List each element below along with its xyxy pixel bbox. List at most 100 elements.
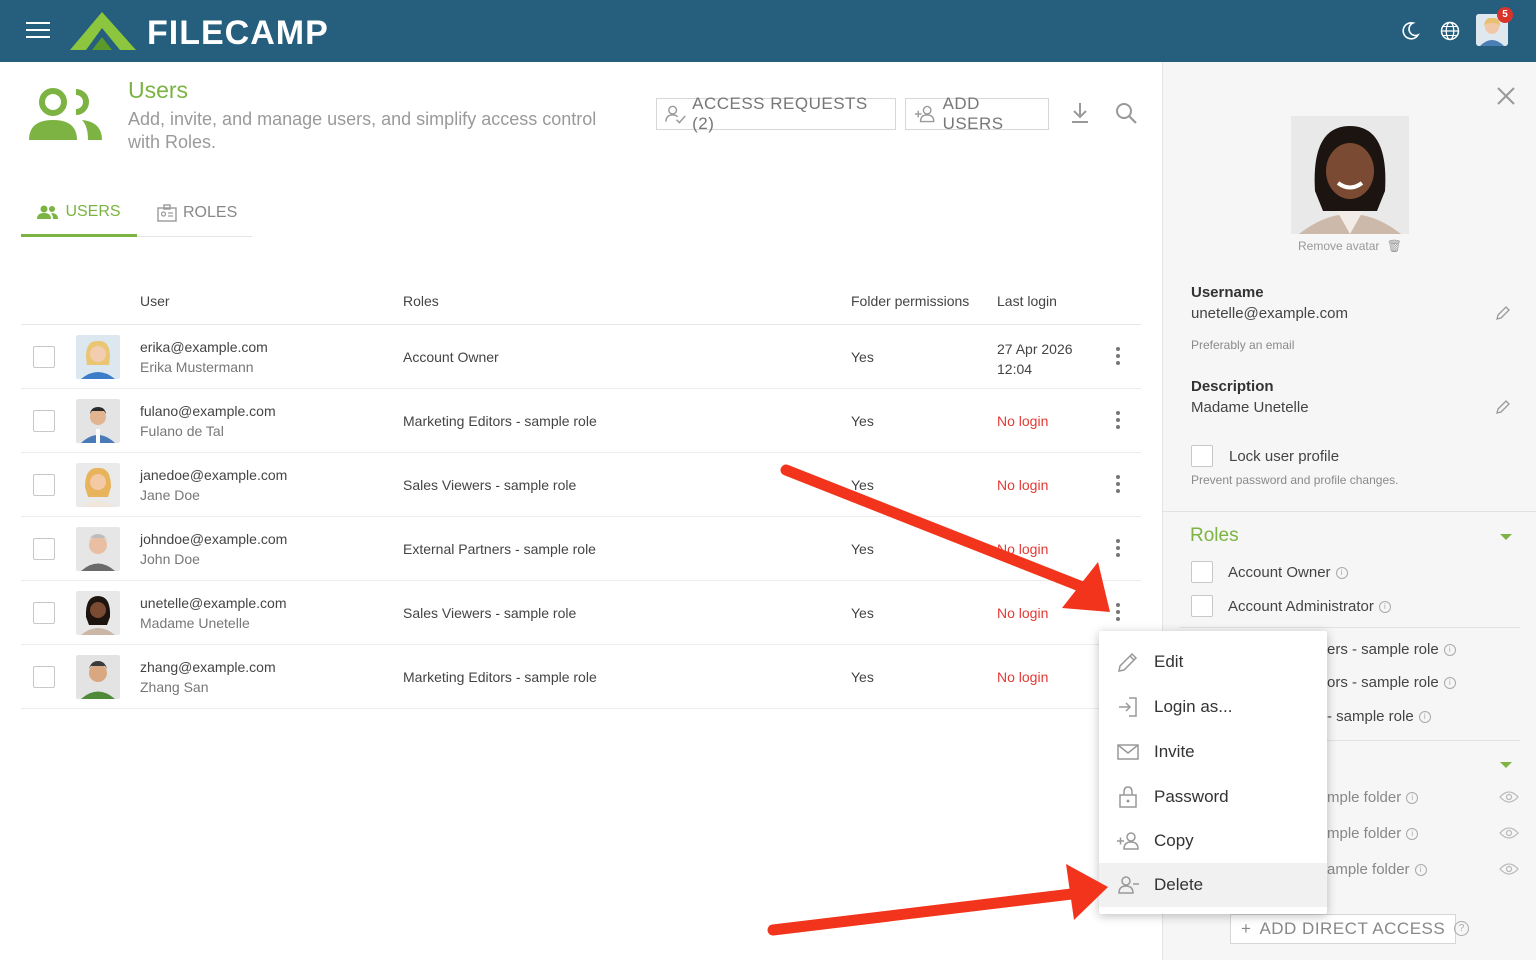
row-checkbox[interactable] bbox=[33, 602, 55, 624]
user-email: janedoe@example.com bbox=[140, 467, 288, 483]
user-name: Zhang San bbox=[140, 679, 209, 695]
notification-badge[interactable]: 5 bbox=[1497, 7, 1513, 23]
username-hint: Preferably an email bbox=[1191, 338, 1295, 352]
user-photo[interactable] bbox=[1291, 116, 1409, 234]
user-role: Account Owner bbox=[403, 349, 499, 365]
folder-fragment: mple folder i bbox=[1327, 825, 1419, 842]
last-login: No login bbox=[997, 541, 1049, 557]
row-checkbox[interactable] bbox=[33, 346, 55, 368]
language-globe-icon[interactable] bbox=[1439, 20, 1461, 42]
eye-icon[interactable] bbox=[1499, 862, 1519, 876]
description-label: Description bbox=[1191, 378, 1274, 395]
edit-username-pencil-icon[interactable] bbox=[1495, 305, 1511, 321]
row-context-menu: Edit Login as... Invite Password Copy De… bbox=[1099, 631, 1327, 914]
tab-roles[interactable]: ROLES bbox=[157, 190, 237, 236]
username-label: Username bbox=[1191, 284, 1264, 301]
trash-icon: 🗑 bbox=[1386, 239, 1402, 253]
user-email: unetelle@example.com bbox=[140, 595, 287, 611]
menu-item-label: Password bbox=[1154, 787, 1229, 806]
user-role: External Partners - sample role bbox=[403, 541, 596, 557]
user-role: Sales Viewers - sample role bbox=[403, 477, 577, 493]
role-fragment: ors - sample role i bbox=[1327, 674, 1456, 691]
lock-profile-hint: Prevent password and profile changes. bbox=[1191, 473, 1399, 487]
lock-profile-label: Lock user profile bbox=[1229, 448, 1340, 465]
row-checkbox[interactable] bbox=[33, 474, 55, 496]
menu-icon[interactable] bbox=[26, 22, 50, 40]
row-checkbox[interactable] bbox=[33, 666, 55, 688]
download-icon[interactable] bbox=[1067, 100, 1093, 126]
table-row[interactable]: fulano@example.com Fulano de Tal Marketi… bbox=[21, 389, 1141, 453]
eye-icon[interactable] bbox=[1499, 790, 1519, 804]
last-login: No login bbox=[997, 605, 1049, 621]
info-icon[interactable]: i bbox=[1378, 601, 1391, 614]
menu-item-password[interactable]: Password bbox=[1099, 775, 1327, 819]
info-icon[interactable]: i bbox=[1335, 567, 1348, 580]
menu-item-invite[interactable]: Invite bbox=[1099, 730, 1327, 774]
user-email: zhang@example.com bbox=[140, 659, 276, 675]
column-header-last-login[interactable]: Last login bbox=[997, 293, 1057, 309]
row-more-icon[interactable] bbox=[1115, 347, 1121, 367]
remove-user-icon bbox=[1118, 876, 1139, 894]
table-row[interactable]: johndoe@example.com John Doe External Pa… bbox=[21, 517, 1141, 581]
column-header-user[interactable]: User bbox=[140, 293, 170, 309]
remove-avatar-link[interactable]: Remove avatar 🗑 bbox=[1298, 239, 1402, 253]
lock-profile-checkbox[interactable] bbox=[1191, 445, 1213, 467]
menu-item-copy[interactable]: Copy bbox=[1099, 819, 1327, 863]
table-row[interactable]: zhang@example.com Zhang San Marketing Ed… bbox=[21, 645, 1141, 709]
edit-description-pencil-icon[interactable] bbox=[1495, 399, 1511, 415]
last-login: No login bbox=[997, 669, 1049, 685]
user-email: erika@example.com bbox=[140, 339, 268, 355]
menu-item-label: Edit bbox=[1154, 652, 1184, 671]
username-value: unetelle@example.com bbox=[1191, 305, 1348, 322]
role-label: Account Owner bbox=[1228, 564, 1331, 581]
info-icon[interactable]: i bbox=[1418, 711, 1431, 724]
panel-divider bbox=[1180, 627, 1520, 628]
menu-item-edit[interactable]: Edit bbox=[1099, 640, 1327, 684]
last-login: 27 Apr 2026 12:04 bbox=[997, 339, 1073, 379]
info-icon[interactable]: i bbox=[1443, 677, 1456, 690]
lock-icon bbox=[1119, 786, 1137, 808]
pencil-icon bbox=[1118, 652, 1138, 672]
add-direct-access-button[interactable]: + ADD DIRECT ACCESS bbox=[1230, 914, 1457, 944]
info-icon[interactable]: i bbox=[1414, 864, 1427, 877]
menu-item-login-as[interactable]: Login as... bbox=[1099, 685, 1327, 729]
last-login-date: 27 Apr 2026 bbox=[997, 341, 1073, 357]
info-icon[interactable]: i bbox=[1406, 828, 1419, 841]
description-value: Madame Unetelle bbox=[1191, 399, 1309, 416]
user-check-icon bbox=[665, 105, 686, 124]
role-checkbox-account-owner[interactable] bbox=[1191, 561, 1213, 583]
add-user-icon bbox=[1117, 832, 1139, 850]
filecamp-logo-icon[interactable] bbox=[70, 10, 140, 52]
tab-users[interactable]: USERS bbox=[21, 190, 137, 237]
menu-item-delete[interactable]: Delete bbox=[1099, 863, 1327, 907]
close-icon[interactable] bbox=[1494, 84, 1518, 108]
role-checkbox-account-administrator[interactable] bbox=[1191, 595, 1213, 617]
row-more-icon[interactable] bbox=[1115, 539, 1121, 559]
user-avatar bbox=[76, 399, 120, 443]
roles-section-title[interactable]: Roles bbox=[1190, 525, 1239, 547]
eye-icon[interactable] bbox=[1499, 826, 1519, 840]
user-avatar bbox=[76, 591, 120, 635]
search-icon[interactable] bbox=[1113, 100, 1139, 126]
access-requests-button[interactable]: ACCESS REQUESTS (2) bbox=[656, 94, 896, 133]
row-checkbox[interactable] bbox=[33, 410, 55, 432]
roles-collapse-caret-icon[interactable] bbox=[1500, 534, 1512, 540]
help-icon[interactable]: ? bbox=[1454, 921, 1469, 936]
table-row[interactable]: janedoe@example.com Jane Doe Sales Viewe… bbox=[21, 453, 1141, 517]
table-row[interactable]: erika@example.com Erika Mustermann Accou… bbox=[21, 325, 1141, 389]
panel-divider bbox=[1163, 511, 1536, 512]
row-more-icon[interactable] bbox=[1115, 411, 1121, 431]
table-row[interactable]: unetelle@example.com Madame Unetelle Sal… bbox=[21, 581, 1141, 645]
app-name: FILECAMP bbox=[147, 14, 329, 52]
folders-collapse-caret-icon[interactable] bbox=[1500, 762, 1512, 768]
row-more-icon[interactable] bbox=[1115, 475, 1121, 495]
info-icon[interactable]: i bbox=[1406, 792, 1419, 805]
role-fragment: - sample role i bbox=[1327, 708, 1431, 725]
column-header-roles[interactable]: Roles bbox=[403, 293, 439, 309]
dark-mode-moon-icon[interactable] bbox=[1399, 20, 1421, 42]
row-more-icon[interactable] bbox=[1115, 603, 1121, 623]
column-header-folder-permissions[interactable]: Folder permissions bbox=[851, 293, 969, 309]
add-users-button[interactable]: ADD USERS bbox=[905, 94, 1049, 133]
info-icon[interactable]: i bbox=[1443, 644, 1456, 657]
row-checkbox[interactable] bbox=[33, 538, 55, 560]
